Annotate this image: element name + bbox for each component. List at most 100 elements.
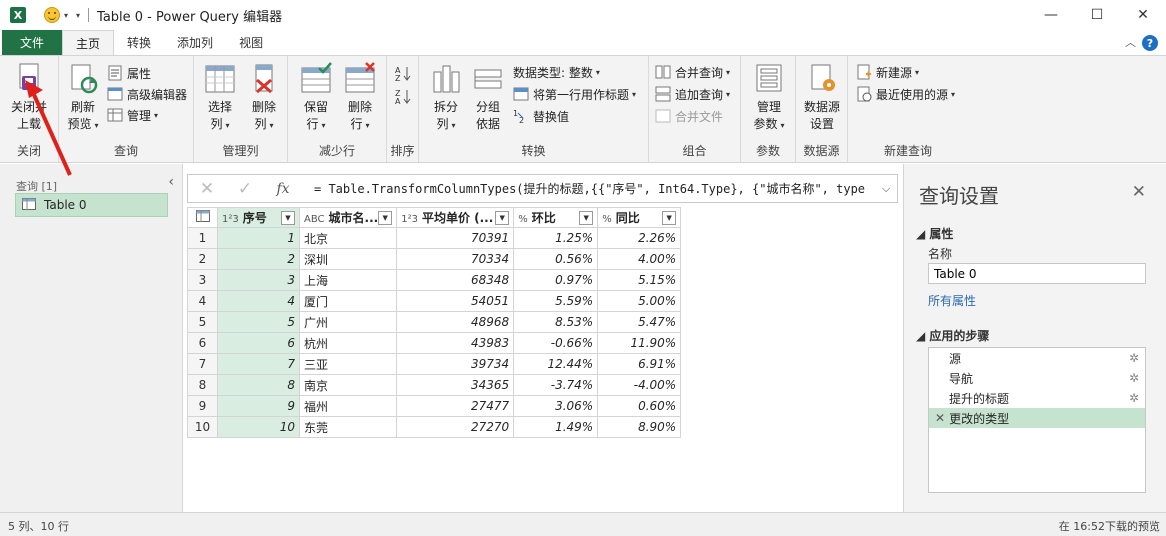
table-cell[interactable]: 4 (217, 290, 300, 312)
row-number[interactable]: 4 (187, 290, 218, 312)
sort-ascending-button[interactable]: AZ (395, 63, 415, 83)
choose-columns-button[interactable]: 选择 列 ▾ (200, 62, 240, 134)
row-number[interactable]: 3 (187, 269, 218, 291)
table-cell[interactable]: 70334 (396, 248, 515, 270)
data-source-settings-button[interactable]: 数据源 设置 (800, 62, 844, 133)
remove-rows-button[interactable]: 删除 行 ▾ (340, 62, 380, 134)
select-all-corner[interactable] (187, 207, 218, 228)
table-cell[interactable]: 0.97% (513, 269, 599, 291)
gear-icon[interactable]: ✲ (1129, 371, 1139, 385)
row-number[interactable]: 7 (187, 353, 218, 375)
use-first-row-as-headers-button[interactable]: 将第一行用作标题 ▾ (513, 84, 636, 104)
gear-icon[interactable]: ✲ (1129, 391, 1139, 405)
table-row[interactable]: 2 2 深圳 70334 0.56% 4.00% (187, 248, 682, 270)
table-cell[interactable]: 5.59% (513, 290, 599, 312)
table-cell[interactable]: 上海 (298, 269, 398, 291)
row-number[interactable]: 6 (187, 332, 218, 354)
new-source-button[interactable]: 新建源 ▾ (856, 62, 919, 82)
row-number[interactable]: 2 (187, 248, 218, 270)
table-cell[interactable]: 39734 (396, 353, 515, 375)
table-row[interactable]: 6 6 杭州 43983 -0.66% 11.90% (187, 332, 682, 354)
commit-formula-icon[interactable]: ✓ (226, 179, 264, 199)
maximize-button[interactable]: ☐ (1074, 0, 1120, 30)
tab-view[interactable]: 视图 (226, 30, 276, 55)
fx-icon[interactable]: fx (264, 181, 302, 197)
merge-queries-button[interactable]: 合并查询 ▾ (655, 62, 730, 82)
table-cell[interactable]: 深圳 (298, 248, 398, 270)
table-cell[interactable]: 70391 (396, 227, 515, 249)
tab-add-column[interactable]: 添加列 (164, 30, 226, 55)
table-cell[interactable]: 5.15% (597, 269, 682, 291)
column-header-city[interactable]: ABC 城市名... ▼ (298, 207, 398, 228)
all-properties-link[interactable]: 所有属性 (928, 292, 976, 309)
gear-icon[interactable]: ✲ (1129, 351, 1139, 365)
tab-transform[interactable]: 转换 (114, 30, 164, 55)
table-cell[interactable]: 1 (217, 227, 300, 249)
table-cell[interactable]: 6.91% (597, 353, 682, 375)
type-percent-icon[interactable]: % (518, 214, 528, 225)
table-cell[interactable]: 68348 (396, 269, 515, 291)
step-navigation[interactable]: 导航 ✲ (929, 368, 1145, 388)
table-cell[interactable]: 9 (217, 395, 300, 417)
table-cell[interactable]: 48968 (396, 311, 515, 333)
keep-rows-button[interactable]: 保留 行 ▾ (296, 62, 336, 134)
table-cell[interactable]: 3.06% (513, 395, 599, 417)
table-cell[interactable]: 34365 (396, 374, 515, 396)
query-name-field[interactable] (928, 263, 1146, 284)
formula-input[interactable]: = Table.TransformColumnTypes(提升的标题,{{"序号… (314, 180, 875, 197)
properties-button[interactable]: 属性 (107, 63, 151, 83)
table-cell[interactable]: 10 (217, 416, 300, 438)
table-cell[interactable]: 54051 (396, 290, 515, 312)
remove-columns-button[interactable]: 删除 列 ▾ (244, 62, 284, 134)
replace-values-button[interactable]: 12 替换值 (513, 106, 569, 126)
type-percent-icon[interactable]: % (602, 214, 612, 225)
table-cell[interactable]: 4.00% (597, 248, 682, 270)
expand-formula-icon[interactable]: ⌵ (875, 182, 897, 196)
data-type-dropdown[interactable]: 数据类型: 整数 ▾ (513, 62, 600, 82)
table-cell[interactable]: 8 (217, 374, 300, 396)
collapse-queries-pane-icon[interactable]: ‹ (168, 174, 174, 190)
manage-query-button[interactable]: 管理 ▾ (107, 105, 158, 125)
table-row[interactable]: 8 8 南京 34365 -3.74% -4.00% (187, 374, 682, 396)
table-cell[interactable]: 11.90% (597, 332, 682, 354)
cancel-formula-icon[interactable]: ✕ (188, 179, 226, 199)
feedback-smiley-icon[interactable] (44, 7, 60, 23)
table-cell[interactable]: 三亚 (298, 353, 398, 375)
tab-file[interactable]: 文件 (2, 30, 63, 55)
row-number[interactable]: 10 (187, 416, 218, 438)
close-settings-icon[interactable]: ✕ (1132, 182, 1146, 202)
delete-step-icon[interactable]: ✕ (935, 411, 945, 425)
table-cell[interactable]: 5 (217, 311, 300, 333)
recent-sources-button[interactable]: 最近使用的源 ▾ (856, 84, 955, 104)
table-cell[interactable]: 27477 (396, 395, 515, 417)
column-header-mom[interactable]: % 环比 ▼ (513, 207, 599, 228)
applied-steps-section-header[interactable]: ◢ 应用的步骤 (916, 327, 989, 344)
table-cell[interactable]: 5.47% (597, 311, 682, 333)
type-text-icon[interactable]: ABC (304, 214, 325, 225)
column-filter-icon[interactable]: ▼ (662, 210, 677, 225)
column-filter-icon[interactable]: ▼ (495, 210, 510, 225)
table-row[interactable]: 9 9 福州 27477 3.06% 0.60% (187, 395, 682, 417)
table-row[interactable]: 10 10 东莞 27270 1.49% 8.90% (187, 416, 682, 438)
table-cell[interactable]: 杭州 (298, 332, 398, 354)
query-item-table-0[interactable]: Table 0 (15, 193, 168, 217)
close-and-load-button[interactable]: 关闭并 上载 (6, 62, 52, 133)
type-number-icon[interactable]: 1²3 (401, 214, 418, 225)
row-number[interactable]: 5 (187, 311, 218, 333)
column-header-index[interactable]: 1²3 序号 ▼ (217, 207, 300, 228)
column-filter-icon[interactable]: ▼ (378, 210, 393, 225)
table-cell[interactable]: -0.66% (513, 332, 599, 354)
refresh-preview-button[interactable]: 刷新 预览 ▾ (63, 62, 103, 134)
table-row[interactable]: 4 4 厦门 54051 5.59% 5.00% (187, 290, 682, 312)
table-row[interactable]: 1 1 北京 70391 1.25% 2.26% (187, 227, 682, 249)
type-number-icon[interactable]: 1²3 (222, 214, 239, 225)
qat-customize-icon[interactable]: ▾ (76, 11, 80, 20)
table-cell[interactable]: 0.56% (513, 248, 599, 270)
table-cell[interactable]: 1.25% (513, 227, 599, 249)
table-cell[interactable]: 南京 (298, 374, 398, 396)
table-cell[interactable]: 5.00% (597, 290, 682, 312)
table-cell[interactable]: 福州 (298, 395, 398, 417)
sort-descending-button[interactable]: ZA (395, 86, 415, 106)
table-cell[interactable]: -3.74% (513, 374, 599, 396)
table-cell[interactable]: 12.44% (513, 353, 599, 375)
